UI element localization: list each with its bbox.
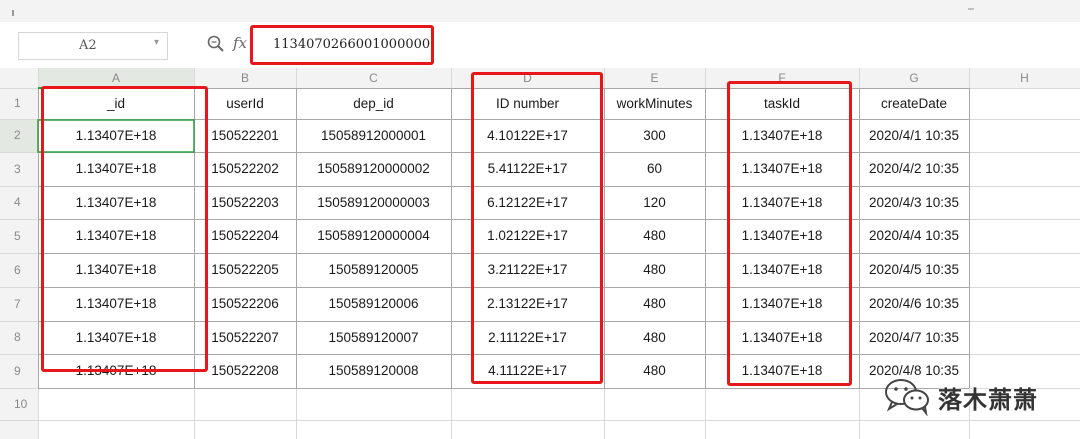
table-cell[interactable]: 1.13407E+18 bbox=[38, 321, 194, 354]
table-cell[interactable]: 5.41122E+17 bbox=[451, 152, 604, 186]
column-header-h[interactable]: H bbox=[969, 68, 1080, 88]
row-header-3[interactable]: 3 bbox=[0, 152, 38, 186]
row-header-8[interactable]: 8 bbox=[0, 321, 38, 354]
header-cell[interactable]: workMinutes bbox=[604, 88, 705, 119]
formula-input[interactable]: 1134070266001000000 bbox=[258, 30, 1060, 58]
table-cell[interactable]: 1.13407E+18 bbox=[38, 186, 194, 219]
table-cell[interactable]: 6.12122E+17 bbox=[451, 186, 604, 219]
table-cell[interactable]: 150522207 bbox=[194, 321, 296, 354]
row-header-9[interactable]: 9 bbox=[0, 354, 38, 388]
watermark: 落木萧萧 bbox=[878, 374, 1058, 418]
table-cell[interactable]: 2020/4/3 10:35 bbox=[859, 186, 969, 219]
table-cell[interactable]: 4.11122E+17 bbox=[451, 354, 604, 388]
header-cell[interactable]: taskId bbox=[705, 88, 859, 119]
table-cell[interactable]: 150589120000002 bbox=[296, 152, 451, 186]
row-header-6[interactable]: 6 bbox=[0, 253, 38, 287]
table-cell[interactable]: 480 bbox=[604, 354, 705, 388]
table-cell[interactable]: 150522206 bbox=[194, 287, 296, 321]
table-cell[interactable]: 1.13407E+18 bbox=[705, 119, 859, 152]
table-cell[interactable]: 150589120000003 bbox=[296, 186, 451, 219]
column-header-d[interactable]: D bbox=[451, 68, 604, 88]
table-cell[interactable]: 150589120006 bbox=[296, 287, 451, 321]
column-header-a[interactable]: A bbox=[38, 68, 194, 88]
table-cell[interactable]: 150589120008 bbox=[296, 354, 451, 388]
row-header-10[interactable]: 10 bbox=[0, 388, 38, 420]
zoom-icon[interactable] bbox=[206, 34, 226, 54]
table-cell[interactable]: 1.13407E+18 bbox=[38, 287, 194, 321]
table-cell[interactable]: 150589120000004 bbox=[296, 219, 451, 253]
header-cell[interactable]: ID number bbox=[451, 88, 604, 119]
table-cell[interactable]: 480 bbox=[604, 253, 705, 287]
table-cell[interactable]: 150522208 bbox=[194, 354, 296, 388]
chevron-down-icon[interactable]: ▾ bbox=[154, 37, 159, 48]
header-cell[interactable]: userId bbox=[194, 88, 296, 119]
column-header-e[interactable]: E bbox=[604, 68, 705, 88]
table-cell[interactable]: 1.13407E+18 bbox=[38, 253, 194, 287]
table-cell[interactable]: 1.13407E+18 bbox=[705, 253, 859, 287]
wechat-icon bbox=[885, 379, 929, 416]
table-cell[interactable]: 15058912000001 bbox=[296, 119, 451, 152]
column-header-b[interactable]: B bbox=[194, 68, 296, 88]
table-cell[interactable]: 2020/4/6 10:35 bbox=[859, 287, 969, 321]
table-cell[interactable]: 480 bbox=[604, 321, 705, 354]
table-cell[interactable]: 150589120005 bbox=[296, 253, 451, 287]
column-header-c[interactable]: C bbox=[296, 68, 451, 88]
table-cell[interactable]: 1.13407E+18 bbox=[38, 152, 194, 186]
table-cell[interactable]: 150522203 bbox=[194, 186, 296, 219]
table-cell[interactable]: 60 bbox=[604, 152, 705, 186]
table-cell[interactable]: 1.13407E+18 bbox=[705, 219, 859, 253]
table-cell[interactable]: 1.13407E+18 bbox=[38, 219, 194, 253]
table-cell[interactable]: 1.13407E+18 bbox=[705, 321, 859, 354]
row-header-7[interactable]: 7 bbox=[0, 287, 38, 321]
table-cell[interactable]: 1.13407E+18 bbox=[705, 152, 859, 186]
table-cell[interactable]: 1.13407E+18 bbox=[705, 354, 859, 388]
table-cell[interactable]: 2020/4/2 10:35 bbox=[859, 152, 969, 186]
table-cell[interactable]: 2.13122E+17 bbox=[451, 287, 604, 321]
table-cell[interactable]: 150589120007 bbox=[296, 321, 451, 354]
row-header-1[interactable]: 1 bbox=[0, 88, 38, 119]
formula-value: 1134070266001000000 bbox=[273, 37, 431, 52]
table-cell[interactable]: 2.11122E+17 bbox=[451, 321, 604, 354]
top-tick bbox=[968, 8, 974, 10]
name-box-value: A2 bbox=[79, 38, 97, 53]
table-cell[interactable]: 2020/4/5 10:35 bbox=[859, 253, 969, 287]
formula-bar: A2 ▾ fx 1134070266001000000 bbox=[0, 22, 1080, 69]
table-cell[interactable]: 480 bbox=[604, 219, 705, 253]
table-cell[interactable]: 2020/4/7 10:35 bbox=[859, 321, 969, 354]
table-cell[interactable]: 300 bbox=[604, 119, 705, 152]
header-cell[interactable]: _id bbox=[38, 88, 194, 119]
window-top-strip bbox=[0, 0, 1080, 23]
top-marker bbox=[12, 10, 14, 16]
table-cell[interactable]: 150522204 bbox=[194, 219, 296, 253]
fx-icon[interactable]: fx bbox=[233, 34, 247, 52]
column-header-f[interactable]: F bbox=[705, 68, 859, 88]
table-cell[interactable]: 3.21122E+17 bbox=[451, 253, 604, 287]
table-cell[interactable]: 150522205 bbox=[194, 253, 296, 287]
table-cell[interactable]: 1.13407E+18 bbox=[705, 287, 859, 321]
header-cell[interactable]: createDate bbox=[859, 88, 969, 119]
table-cell[interactable]: 4.10122E+17 bbox=[451, 119, 604, 152]
table-cell[interactable]: 480 bbox=[604, 287, 705, 321]
header-cell[interactable]: dep_id bbox=[296, 88, 451, 119]
row-header-2[interactable]: 2 bbox=[0, 119, 38, 152]
table-cell[interactable]: 1.02122E+17 bbox=[451, 219, 604, 253]
table-cell[interactable]: 150522201 bbox=[194, 119, 296, 152]
row-header-4[interactable]: 4 bbox=[0, 186, 38, 219]
table-cell[interactable]: 1.13407E+18 bbox=[705, 186, 859, 219]
table-cell[interactable]: 1.13407E+18 bbox=[38, 354, 194, 388]
table-cell[interactable]: 120 bbox=[604, 186, 705, 219]
table-cell[interactable]: 150522202 bbox=[194, 152, 296, 186]
table-cell[interactable]: 2020/4/1 10:35 bbox=[859, 119, 969, 152]
table-cell[interactable]: 1.13407E+18 bbox=[38, 119, 194, 152]
name-box[interactable]: A2 ▾ bbox=[18, 32, 168, 60]
table-cell[interactable]: 2020/4/4 10:35 bbox=[859, 219, 969, 253]
watermark-text: 落木萧萧 bbox=[938, 387, 1038, 414]
column-header-g[interactable]: G bbox=[859, 68, 969, 88]
row-header-5[interactable]: 5 bbox=[0, 219, 38, 253]
